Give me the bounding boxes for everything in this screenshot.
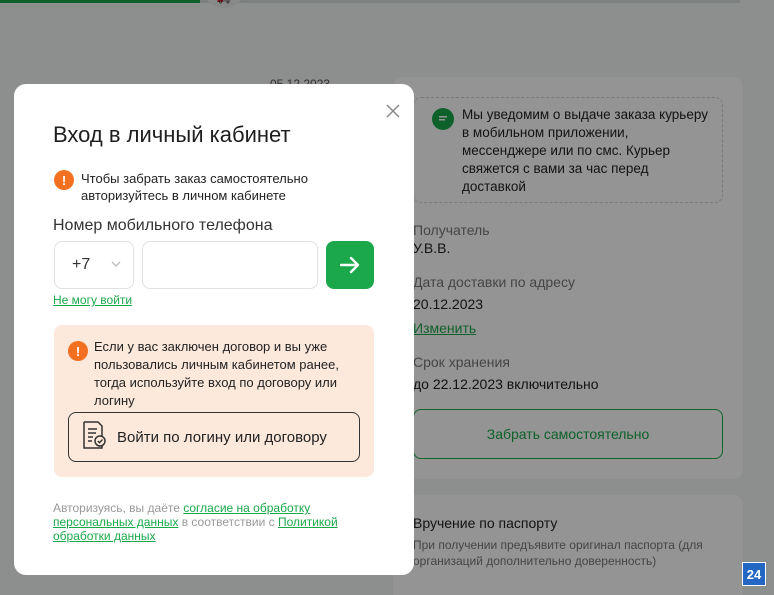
submit-button[interactable] <box>326 241 374 289</box>
consent-prefix: Авторизуясь, вы даёте <box>53 501 184 515</box>
contract-login-label: Войти по логину или договору <box>117 428 327 446</box>
contract-hint: Если у вас заключен договор и вы уже пол… <box>94 339 339 408</box>
contract-login-box: ! Если у вас заключен договор и вы уже п… <box>54 325 374 477</box>
phone-input[interactable] <box>142 241 318 289</box>
consent-middle: в соответствии с <box>178 515 278 529</box>
warning-icon: ! <box>68 341 88 361</box>
contract-login-button[interactable]: Войти по логину или договору <box>68 412 360 462</box>
phone-label: Номер мобильного телефона <box>53 217 273 234</box>
login-modal: Вход в личный кабинет ! Чтобы забрать за… <box>14 84 414 575</box>
consent-text: Авторизуясь, вы даёте согласие на обрабо… <box>53 501 373 543</box>
badge-24: 24 <box>742 562 766 586</box>
chevron-down-icon <box>111 256 121 270</box>
warning-icon: ! <box>54 170 74 190</box>
arrow-right-icon <box>340 256 360 274</box>
country-code-value: +7 <box>72 256 91 273</box>
document-icon <box>81 420 107 455</box>
country-code-select[interactable]: +7 <box>54 241 134 289</box>
modal-title: Вход в личный кабинет <box>53 122 291 147</box>
auth-hint: Чтобы забрать заказ самостоятельно автор… <box>81 171 308 203</box>
close-icon[interactable] <box>382 100 404 122</box>
cant-login-link[interactable]: Не могу войти <box>53 293 132 307</box>
